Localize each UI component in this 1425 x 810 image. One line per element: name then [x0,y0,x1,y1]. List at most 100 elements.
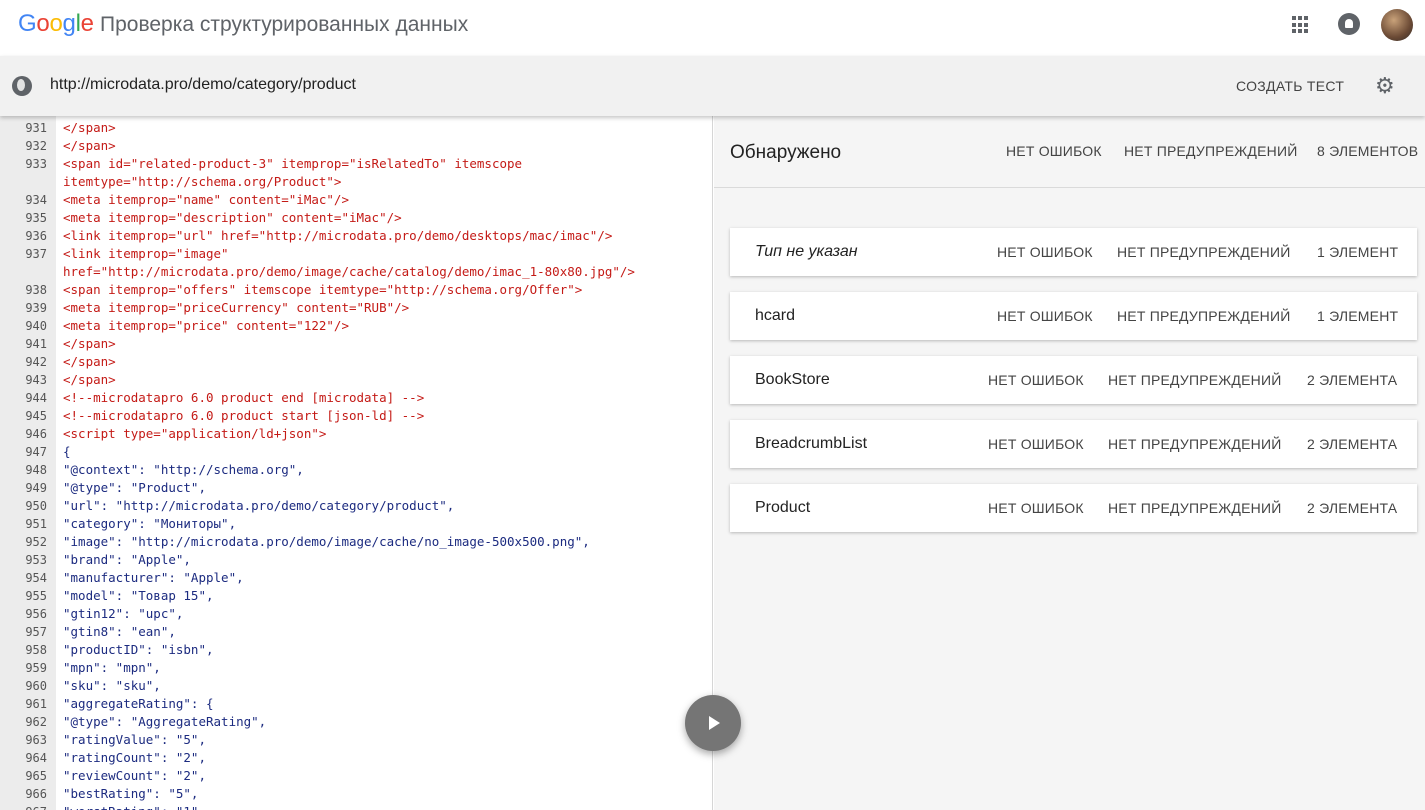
line-number: 941 [25,337,47,351]
code-text: "url": "http://microdata.pro/demo/catego… [63,498,455,513]
google-logo[interactable]: Google [18,10,94,38]
code-line[interactable]: 961 "aggregateRating": { [0,695,712,713]
card-type-name: BookStore [755,371,830,388]
code-line[interactable]: 934 <meta itemprop="name" content="iMac"/… [0,191,712,209]
code-line[interactable]: 955 "model": "Товар 15", [0,587,712,605]
code-text: "aggregateRating": { [63,696,214,711]
code-text: "reviewCount": "2", [63,768,206,783]
warnings-summary[interactable]: НЕТ ПРЕДУПРЕЖДЕНИЙ [1124,143,1297,159]
code-line[interactable]: 950 "url": "http://microdata.pro/demo/cat… [0,497,712,515]
code-text: "gtin12": "upc", [63,606,184,621]
code-line[interactable]: 957 "gtin8": "ean", [0,623,712,641]
create-test-button[interactable]: СОЗДАТЬ ТЕСТ [1236,78,1344,94]
line-number: 960 [25,679,47,693]
code-line[interactable]: 948 "@context": "http://schema.org", [0,461,712,479]
top-app-bar: Google Проверка структурированных данных [0,0,1425,56]
results-panel: Обнаружено НЕТ ОШИБОК НЕТ ПРЕДУПРЕЖДЕНИЙ… [714,116,1425,810]
line-number: 966 [25,787,47,801]
code-text: "brand": "Apple", [63,552,191,567]
code-text: </span> [63,120,116,135]
code-line[interactable]: 962 "@type": "AggregateRating", [0,713,712,731]
code-line[interactable]: 958 "productID": "isbn", [0,641,712,659]
code-line[interactable]: 964 "ratingCount": "2", [0,749,712,767]
code-text: "productID": "isbn", [63,642,214,657]
code-line[interactable]: 945 <!--microdatapro 6.0 product start [j… [0,407,712,425]
line-number: 950 [25,499,47,513]
line-number: 957 [25,625,47,639]
avatar[interactable] [1381,9,1413,41]
code-text: <link itemprop="image" [63,246,229,261]
result-card[interactable]: Тип не указан НЕТ ОШИБОК НЕТ ПРЕДУПРЕЖДЕ… [730,228,1417,276]
code-text: <!--microdatapro 6.0 product start [json… [63,408,425,423]
line-number: 937 [25,247,47,261]
line-number: 943 [25,373,47,387]
line-number: 942 [25,355,47,369]
code-line[interactable]: 944 <!--microdatapro 6.0 product end [mic… [0,389,712,407]
code-line[interactable]: 940 <meta itemprop="price" content="122"/… [0,317,712,335]
card-type-name: Тип не указан [755,243,858,260]
code-text: "category": "Мониторы", [63,516,237,531]
code-text: <meta itemprop="priceCurrency" content="… [63,300,410,315]
card-errors: НЕТ ОШИБОК [988,372,1084,388]
code-editor[interactable]: 931 </span> 932 </span> 933 <span id="related… [0,116,713,810]
settings-gear-icon[interactable]: ⚙ [1375,75,1395,97]
code-line[interactable]: 967 "worstRating": "1", [0,803,712,810]
url-bar: http://microdata.pro/demo/category/produ… [0,56,1425,116]
code-line[interactable]: 936 <link itemprop="url" href="http://mic… [0,227,712,245]
code-text: <meta itemprop="description" content="iM… [63,210,402,225]
code-text: "worstRating": "1", [63,803,206,810]
code-line[interactable]: 942 </span> [0,353,712,371]
url-input[interactable]: http://microdata.pro/demo/category/produ… [50,76,356,94]
line-number: 958 [25,643,47,657]
code-line[interactable]: 937 <link itemprop="image" href="http://mi… [0,245,712,281]
code-text-continuation: itemtype="http://schema.org/Product"> [63,174,342,189]
code-line[interactable]: 938 <span itemprop="offers" itemscope ite… [0,281,712,299]
code-line[interactable]: 966 "bestRating": "5", [0,785,712,803]
code-line[interactable]: 953 "brand": "Apple", [0,551,712,569]
globe-icon [12,76,32,96]
code-line[interactable]: 947 { [0,443,712,461]
card-errors: НЕТ ОШИБОК [988,500,1084,516]
code-text-continuation: href="http://microdata.pro/demo/image/ca… [63,264,635,279]
code-line[interactable]: 931 </span> [0,119,712,137]
code-line[interactable]: 939 <meta itemprop="priceCurrency" conten… [0,299,712,317]
code-line[interactable]: 956 "gtin12": "upc", [0,605,712,623]
items-count-summary[interactable]: 8 ЭЛЕМЕНТОВ [1317,143,1418,159]
errors-summary[interactable]: НЕТ ОШИБОК [1006,143,1102,159]
code-line[interactable]: 941 </span> [0,335,712,353]
code-text: "manufacturer": "Apple", [63,570,244,585]
code-line[interactable]: 963 "ratingValue": "5", [0,731,712,749]
apps-grid-icon[interactable] [1292,16,1310,34]
code-text: "image": "http://microdata.pro/demo/imag… [63,534,590,549]
code-line[interactable]: 933 <span id="related-product-3" itemprop… [0,155,712,191]
code-line[interactable]: 960 "sku": "sku", [0,677,712,695]
line-number: 938 [25,283,47,297]
code-text: "mpn": "mpn", [63,660,161,675]
code-line[interactable]: 954 "manufacturer": "Apple", [0,569,712,587]
line-number: 946 [25,427,47,441]
code-line[interactable]: 949 "@type": "Product", [0,479,712,497]
result-card[interactable]: BreadcrumbList НЕТ ОШИБОК НЕТ ПРЕДУПРЕЖД… [730,420,1417,468]
detected-title: Обнаружено [730,142,842,163]
card-warnings: НЕТ ПРЕДУПРЕЖДЕНИЙ [1108,436,1282,452]
code-line[interactable]: 952 "image": "http://microdata.pro/demo/i… [0,533,712,551]
code-line[interactable]: 946 <script type="application/ld+json"> [0,425,712,443]
code-line[interactable]: 951 "category": "Мониторы", [0,515,712,533]
result-card[interactable]: BookStore НЕТ ОШИБОК НЕТ ПРЕДУПРЕЖДЕНИЙ … [730,356,1417,404]
card-warnings: НЕТ ПРЕДУПРЕЖДЕНИЙ [1117,244,1291,260]
line-number: 953 [25,553,47,567]
run-validation-button[interactable] [685,695,741,751]
code-text: <meta itemprop="name" content="iMac"/> [63,192,349,207]
code-line[interactable]: 935 <meta itemprop="description" content=… [0,209,712,227]
card-count: 2 ЭЛЕМЕНТА [1307,372,1398,388]
code-text: </span> [63,138,116,153]
notifications-icon[interactable] [1338,13,1360,35]
code-line[interactable]: 959 "mpn": "mpn", [0,659,712,677]
line-number: 963 [25,733,47,747]
line-number: 939 [25,301,47,315]
code-line[interactable]: 965 "reviewCount": "2", [0,767,712,785]
result-card[interactable]: Product НЕТ ОШИБОК НЕТ ПРЕДУПРЕЖДЕНИЙ 2 … [730,484,1417,532]
code-line[interactable]: 932 </span> [0,137,712,155]
code-line[interactable]: 943 </span> [0,371,712,389]
result-card[interactable]: hcard НЕТ ОШИБОК НЕТ ПРЕДУПРЕЖДЕНИЙ 1 ЭЛ… [730,292,1417,340]
